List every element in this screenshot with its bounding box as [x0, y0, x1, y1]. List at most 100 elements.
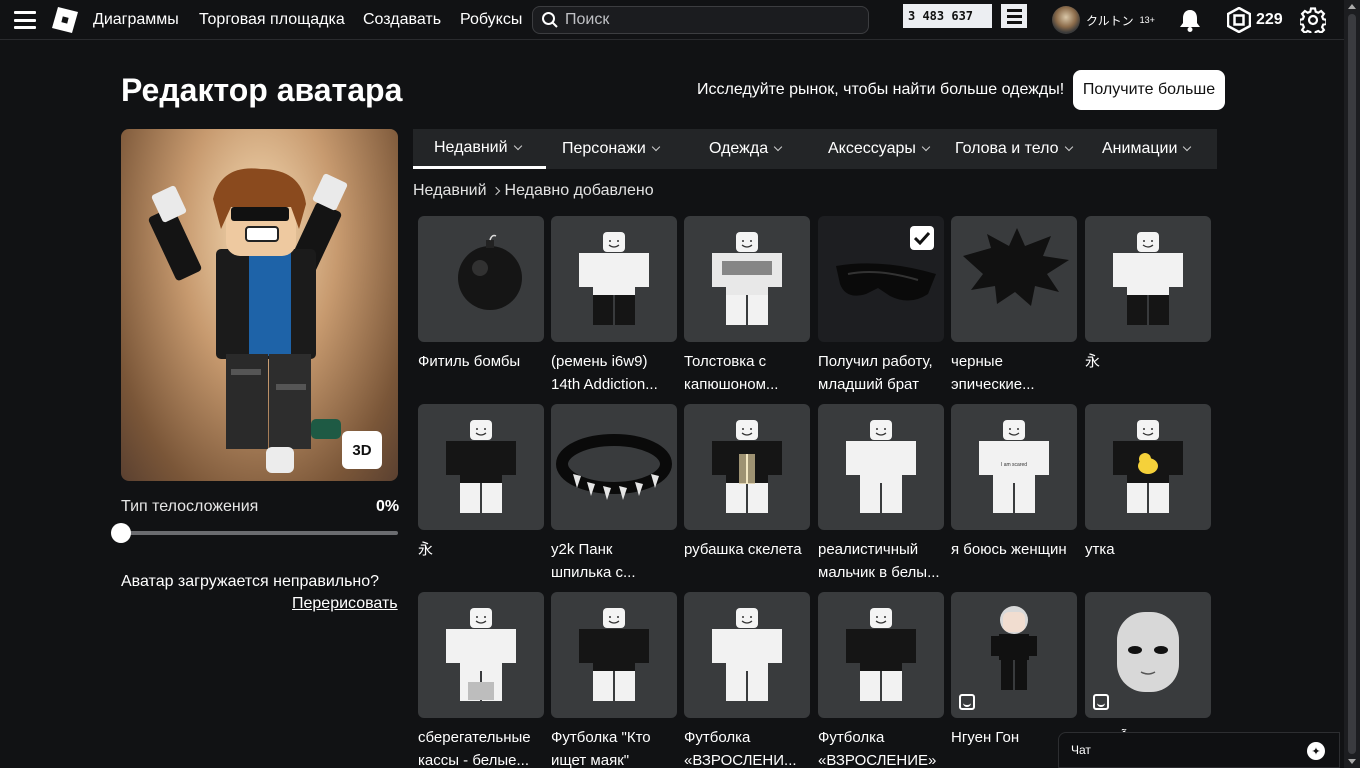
bell-icon[interactable]	[1179, 8, 1201, 32]
item-thumbnail[interactable]	[551, 592, 677, 718]
chat-expand-icon[interactable]: ✦	[1307, 742, 1325, 760]
body-type-slider[interactable]	[121, 531, 398, 535]
tab-head-body[interactable]: Голова и тело	[955, 129, 1073, 169]
chevron-right-icon	[491, 186, 500, 196]
tab-accessories[interactable]: Аксессуары	[828, 129, 931, 169]
item-card[interactable]: сберегательные кассы - белые...	[418, 592, 544, 768]
item-card[interactable]: Фитиль бомбы	[418, 216, 544, 373]
item-thumbnail[interactable]	[418, 216, 544, 342]
avatar-preview[interactable]	[121, 129, 398, 481]
nav-robux[interactable]: Робуксы	[460, 11, 522, 29]
item-name[interactable]: 永	[1085, 350, 1217, 373]
item-name[interactable]: Футболка «ВЗРОСЛЕНИЕ»	[818, 726, 950, 768]
item-card[interactable]: утка	[1085, 404, 1211, 561]
roblox-logo[interactable]	[52, 7, 78, 33]
breadcrumb: Недавний Недавно добавлено	[413, 182, 654, 200]
item-thumbnail[interactable]	[684, 404, 810, 530]
item-thumbnail[interactable]	[818, 216, 944, 342]
item-card[interactable]: (ремень i6w9) 14th Addiction...	[551, 216, 677, 396]
item-thumbnail[interactable]	[418, 404, 544, 530]
item-name[interactable]: (ремень i6w9) 14th Addiction...	[551, 350, 683, 396]
item-name[interactable]: реалистичный мальчик в белы...	[818, 538, 950, 584]
nav-charts[interactable]: Диаграммы	[93, 11, 179, 29]
emote-icon	[1093, 694, 1109, 710]
item-name-line: капюшоном...	[684, 376, 779, 393]
tab-animations[interactable]: Анимации	[1102, 129, 1192, 169]
item-thumbnail[interactable]	[1085, 592, 1211, 718]
item-card[interactable]: Футболка «ВЗРОСЛЕНИЕ»	[818, 592, 944, 768]
item-name-line: мальчик в белы...	[818, 564, 940, 581]
item-card[interactable]: Футболка "Кто ищет маяк"	[551, 592, 677, 768]
item-name[interactable]: y2k Панк шпилька с...	[551, 538, 683, 584]
item-thumbnail[interactable]	[684, 216, 810, 342]
item-card[interactable]: реалистичный мальчик в белы...	[818, 404, 944, 584]
item-card[interactable]: Нгуен Гон	[951, 592, 1077, 749]
item-name-line: младший брат	[818, 376, 919, 393]
search-icon	[542, 12, 558, 28]
item-name[interactable]: сберегательные кассы - белые...	[418, 726, 550, 768]
promo-text: Исследуйте рынок, чтобы найти больше оде…	[697, 81, 1065, 98]
tab-label: Одежда	[709, 140, 769, 157]
item-name[interactable]: 永	[418, 538, 550, 561]
tab-recent[interactable]: Недавний	[413, 129, 546, 169]
item-thumbnail[interactable]	[951, 592, 1077, 718]
body-type-slider-handle[interactable]	[111, 523, 131, 543]
item-name-line: «ВЗРОСЛЕНИ...	[684, 752, 797, 768]
item-thumbnail[interactable]	[551, 404, 677, 530]
item-thumbnail[interactable]	[818, 404, 944, 530]
item-name-line: Футболка	[684, 729, 751, 746]
item-card[interactable]: Толстовка с капюшоном...	[684, 216, 810, 396]
item-thumbnail[interactable]	[818, 592, 944, 718]
item-card[interactable]: Футболка «ВЗРОСЛЕНИ...	[684, 592, 810, 768]
user-profile[interactable]: クルトン 13+	[1052, 6, 1155, 34]
avatar-figure	[148, 168, 348, 473]
item-thumbnail[interactable]	[1085, 216, 1211, 342]
item-thumbnail[interactable]	[1085, 404, 1211, 530]
item-thumbnail[interactable]	[684, 592, 810, 718]
nav-marketplace[interactable]: Торговая площадка	[199, 11, 345, 29]
get-more-button[interactable]: Получите больше	[1073, 70, 1225, 110]
breadcrumb-root[interactable]: Недавний	[413, 182, 487, 200]
item-card[interactable]: Получил работу, младший брат	[818, 216, 944, 396]
item-card[interactable]: y2k Панк шпилька с...	[551, 404, 677, 584]
chat-bar[interactable]: Чат ✦	[1058, 732, 1340, 768]
item-thumbnail[interactable]	[418, 592, 544, 718]
item-card[interactable]: 永	[1085, 216, 1211, 373]
item-name[interactable]: Толстовка с капюшоном...	[684, 350, 816, 396]
page-title: Редактор аватара	[121, 72, 403, 108]
item-name[interactable]: Футболка «ВЗРОСЛЕНИ...	[684, 726, 816, 768]
page-scrollbar[interactable]	[1344, 0, 1360, 768]
item-name-line: Получил работу,	[818, 353, 933, 370]
robux-balance[interactable]: 229	[1227, 7, 1283, 33]
body-type-value: 0%	[376, 498, 400, 515]
tab-clothing[interactable]: Одежда	[709, 129, 783, 169]
item-name[interactable]: Фитиль бомбы	[418, 350, 550, 373]
item-name[interactable]: рубашка скелета	[684, 538, 816, 561]
item-thumbnail[interactable]	[951, 216, 1077, 342]
breadcrumb-current: Недавно добавлено	[504, 182, 654, 199]
item-card[interactable]: рубашка скелета	[684, 404, 810, 561]
list-icon[interactable]	[1001, 4, 1027, 28]
item-name[interactable]: Футболка "Кто ищет маяк"	[551, 726, 683, 768]
tab-characters[interactable]: Персонажи	[562, 129, 660, 169]
item-thumbnail[interactable]: I am scared	[951, 404, 1077, 530]
item-name-line: y2k Панк	[551, 541, 613, 558]
gear-icon[interactable]	[1300, 7, 1326, 33]
item-card[interactable]: 永	[418, 404, 544, 561]
search-box[interactable]	[532, 6, 869, 34]
item-name[interactable]: Получил работу, младший брат	[818, 350, 950, 396]
item-name-line: «ВЗРОСЛЕНИЕ»	[818, 752, 937, 768]
item-name[interactable]: утка	[1085, 538, 1217, 561]
item-name[interactable]: я боюсь женщин	[951, 538, 1083, 561]
redraw-link[interactable]: Перерисовать	[292, 595, 398, 613]
nav-create[interactable]: Создавать	[363, 11, 441, 29]
item-name[interactable]: черные эпические...	[951, 350, 1083, 396]
hamburger-menu-icon[interactable]	[14, 11, 36, 29]
item-thumbnail[interactable]	[551, 216, 677, 342]
toggle-3d-button[interactable]: 3D	[342, 431, 382, 469]
search-input[interactable]	[565, 11, 845, 29]
item-card[interactable]: I am scared я боюсь женщин	[951, 404, 1077, 561]
checkmark-icon[interactable]	[910, 226, 934, 250]
item-card[interactable]: черные эпические...	[951, 216, 1077, 396]
item-card[interactable]: Nguyễn Gọn	[1085, 592, 1211, 749]
